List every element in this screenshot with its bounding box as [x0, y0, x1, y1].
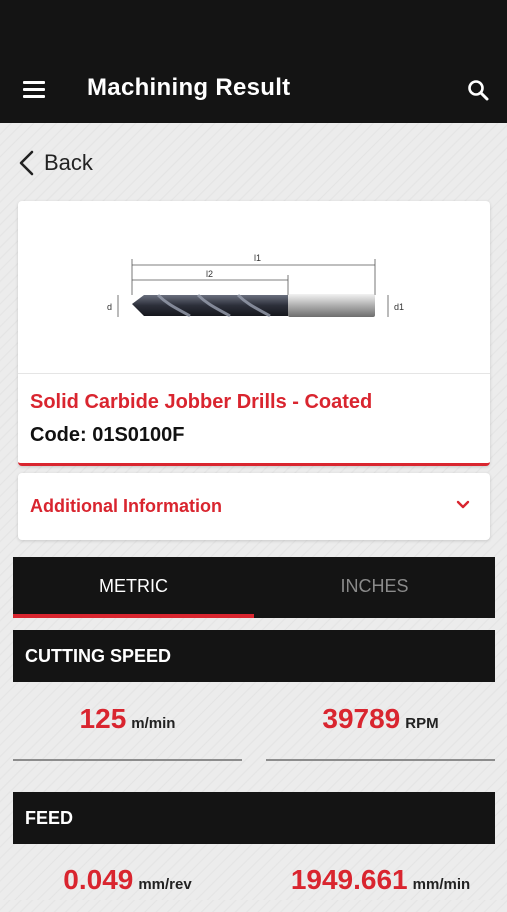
feed-per-min-unit: mm/min	[412, 876, 471, 893]
unit-tabs: METRIC INCHES	[13, 557, 495, 618]
spindle-speed-value: 39789	[322, 703, 401, 734]
product-name: Solid Carbide Jobber Drills - Coated	[30, 391, 373, 413]
feed-per-min-result: 1949.661 mm/min	[266, 864, 495, 912]
surface-speed-value: 125	[79, 703, 127, 734]
page-title: Machining Result	[87, 74, 291, 101]
cutting-speed-header: CUTTING SPEED	[13, 630, 495, 682]
surface-speed-unit: m/min	[131, 715, 176, 732]
active-tab-indicator	[13, 614, 254, 618]
dim-d-label: d	[107, 302, 112, 312]
product-card: l1 l2 d d1 Solid Carbide Jobber Drills -…	[18, 201, 490, 466]
feed-per-rev-unit: mm/rev	[138, 876, 192, 893]
surface-speed-divider	[13, 759, 242, 761]
search-icon[interactable]	[466, 78, 490, 102]
additional-info-label: Additional Information	[30, 496, 222, 516]
back-button[interactable]: Back	[18, 146, 93, 180]
product-code: Code: 01S0100F	[30, 424, 185, 446]
drill-diagram-svg: l1 l2 d d1	[107, 253, 404, 318]
back-label: Back	[44, 150, 93, 175]
feed-per-rev-result: 0.049 mm/rev	[13, 864, 242, 912]
feed-per-rev-value: 0.049	[63, 864, 134, 895]
spindle-speed-unit: RPM	[405, 715, 439, 732]
feed-title: FEED	[25, 808, 74, 828]
surface-speed-result: 125 m/min	[13, 703, 242, 751]
tab-inches[interactable]: INCHES	[254, 557, 495, 618]
tab-metric[interactable]: METRIC	[13, 557, 254, 618]
cutting-speed-title: CUTTING SPEED	[25, 646, 172, 666]
dim-d1-label: d1	[394, 302, 404, 312]
chevron-left-icon	[19, 150, 34, 176]
hamburger-menu-icon[interactable]	[23, 81, 45, 99]
drill-diagram: l1 l2 d d1	[18, 201, 490, 374]
app-bar: Machining Result	[0, 0, 507, 123]
additional-info-toggle[interactable]: Additional Information	[18, 473, 490, 540]
spindle-speed-result: 39789 RPM	[266, 703, 495, 751]
dim-l1-label: l1	[254, 253, 261, 263]
spindle-speed-divider	[266, 759, 495, 761]
chevron-down-icon	[456, 500, 470, 509]
feed-per-min-value: 1949.661	[290, 864, 408, 895]
feed-header: FEED	[13, 792, 495, 844]
dim-l2-label: l2	[206, 269, 213, 279]
